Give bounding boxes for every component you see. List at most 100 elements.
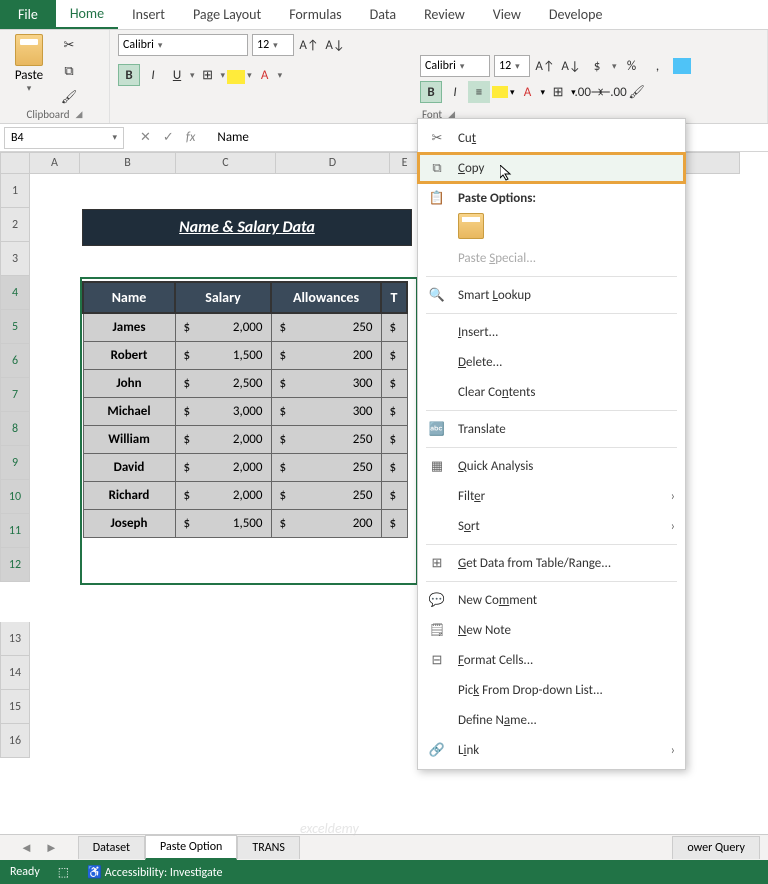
salary-cell[interactable]: $3,000 bbox=[175, 398, 271, 426]
row-header[interactable]: 3 bbox=[0, 242, 30, 276]
column-header[interactable]: C bbox=[176, 152, 276, 174]
allowance-cell[interactable]: $250 bbox=[271, 313, 381, 342]
ctx-translate[interactable]: 🔤Translate bbox=[418, 414, 685, 444]
ctx-sort[interactable]: Sort› bbox=[418, 511, 685, 541]
mini-border[interactable]: ⊞ bbox=[547, 81, 569, 103]
table-header-cell[interactable]: Allowances bbox=[271, 282, 381, 313]
format-painter-icon[interactable]: 🖌 bbox=[58, 86, 80, 108]
row-header[interactable]: 13 bbox=[0, 622, 30, 656]
dialog-launcher-icon[interactable]: ◢ bbox=[76, 109, 83, 120]
row-header[interactable]: 8 bbox=[0, 412, 30, 446]
row-header[interactable]: 16 bbox=[0, 724, 30, 758]
copy-icon[interactable]: ⧉ bbox=[58, 60, 80, 82]
salary-cell[interactable]: $1,500 bbox=[175, 342, 271, 370]
salary-cell[interactable]: $2,500 bbox=[175, 370, 271, 398]
ctx-copy[interactable]: ⧉Copy bbox=[418, 153, 685, 183]
tab-home[interactable]: Home bbox=[56, 0, 118, 29]
tab-formulas[interactable]: Formulas bbox=[275, 0, 355, 29]
mini-align[interactable]: ≡ bbox=[468, 81, 490, 103]
mini-font-name[interactable]: Calibri bbox=[420, 55, 490, 77]
cancel-icon[interactable]: ✕ bbox=[140, 130, 151, 145]
column-header[interactable]: A bbox=[30, 152, 80, 174]
ctx-quick-analysis[interactable]: ▦Quick Analysis bbox=[418, 451, 685, 481]
ctx-paste-special[interactable]: Paste Special... bbox=[418, 243, 685, 273]
name-box[interactable]: B4 bbox=[4, 127, 124, 149]
increase-font-icon[interactable]: A↑ bbox=[298, 34, 320, 56]
format-painter-icon[interactable]: 🖌 bbox=[626, 81, 648, 103]
paste-button[interactable]: Paste ▾ bbox=[8, 34, 50, 94]
row-header[interactable]: 1 bbox=[0, 174, 30, 208]
border-button[interactable]: ⊞ bbox=[197, 64, 219, 86]
mini-bold[interactable]: B bbox=[420, 81, 442, 103]
salary-cell[interactable]: $2,000 bbox=[175, 454, 271, 482]
font-size-combo[interactable]: 12 bbox=[252, 34, 294, 56]
next-sheet-icon[interactable]: ► bbox=[45, 840, 58, 856]
cut-icon[interactable]: ✂ bbox=[58, 34, 80, 56]
name-cell[interactable]: Robert bbox=[83, 342, 175, 370]
column-header[interactable]: B bbox=[80, 152, 176, 174]
prev-sheet-icon[interactable]: ◄ bbox=[20, 840, 33, 856]
salary-cell[interactable]: $1,500 bbox=[175, 510, 271, 538]
tab-insert[interactable]: Insert bbox=[118, 0, 179, 29]
enter-icon[interactable]: ✓ bbox=[163, 130, 174, 145]
increase-decimal-icon[interactable]: .00→ bbox=[578, 81, 600, 103]
total-cell[interactable]: $ bbox=[381, 313, 407, 342]
ctx-delete[interactable]: Delete... bbox=[418, 347, 685, 377]
allowance-cell[interactable]: $250 bbox=[271, 454, 381, 482]
row-header[interactable]: 9 bbox=[0, 446, 30, 480]
row-header[interactable]: 7 bbox=[0, 378, 30, 412]
row-header[interactable]: 11 bbox=[0, 514, 30, 548]
allowance-cell[interactable]: $250 bbox=[271, 426, 381, 454]
italic-button[interactable]: I bbox=[142, 64, 164, 86]
macro-record-icon[interactable]: ⬚ bbox=[58, 865, 69, 880]
name-cell[interactable]: Richard bbox=[83, 482, 175, 510]
tab-view[interactable]: View bbox=[479, 0, 535, 29]
currency-icon[interactable]: $ bbox=[586, 55, 608, 77]
font-color-button[interactable]: A bbox=[254, 64, 276, 86]
decrease-font-icon[interactable]: A↓ bbox=[560, 55, 582, 77]
sheet-tab-dataset[interactable]: Dataset bbox=[78, 836, 145, 859]
ctx-insert[interactable]: Insert... bbox=[418, 317, 685, 347]
row-header[interactable]: 2 bbox=[0, 208, 30, 242]
tab-data[interactable]: Data bbox=[356, 0, 410, 29]
salary-cell[interactable]: $2,000 bbox=[175, 426, 271, 454]
bold-button[interactable]: B bbox=[118, 64, 140, 86]
allowance-cell[interactable]: $300 bbox=[271, 398, 381, 426]
mini-font-color[interactable]: A bbox=[517, 81, 539, 103]
file-tab[interactable]: File bbox=[0, 0, 56, 29]
row-header[interactable] bbox=[0, 582, 30, 622]
total-cell[interactable]: $ bbox=[381, 426, 407, 454]
ctx-format-cells[interactable]: ⊟Format Cells... bbox=[418, 645, 685, 675]
row-header[interactable]: 6 bbox=[0, 344, 30, 378]
table-header-cell[interactable]: Salary bbox=[175, 282, 271, 313]
total-cell[interactable]: $ bbox=[381, 398, 407, 426]
row-header[interactable]: 10 bbox=[0, 480, 30, 514]
ctx-new-comment[interactable]: 💬New Comment bbox=[418, 585, 685, 615]
sheet-tab-trans[interactable]: TRANS bbox=[237, 836, 300, 859]
name-cell[interactable]: Michael bbox=[83, 398, 175, 426]
row-header[interactable]: 4 bbox=[0, 276, 30, 310]
table-header-cell[interactable]: T bbox=[381, 282, 407, 313]
table-header-cell[interactable]: Name bbox=[83, 282, 175, 313]
column-header[interactable]: E bbox=[390, 152, 420, 174]
name-cell[interactable]: John bbox=[83, 370, 175, 398]
allowance-cell[interactable]: $300 bbox=[271, 370, 381, 398]
ctx-link[interactable]: 🔗Link› bbox=[418, 735, 685, 765]
ctx-define-name[interactable]: Define Name... bbox=[418, 705, 685, 735]
tab-developer[interactable]: Develope bbox=[535, 0, 617, 29]
paste-option-default[interactable] bbox=[458, 213, 484, 239]
mini-italic[interactable]: I bbox=[444, 81, 466, 103]
tab-page-layout[interactable]: Page Layout bbox=[179, 0, 275, 29]
title-cell[interactable]: Name & Salary Data bbox=[82, 209, 412, 246]
select-all-corner[interactable] bbox=[0, 152, 30, 174]
ctx-get-data[interactable]: ⊞Get Data from Table/Range... bbox=[418, 548, 685, 578]
row-header[interactable]: 5 bbox=[0, 310, 30, 344]
ctx-filter[interactable]: Filter› bbox=[418, 481, 685, 511]
conditional-format-icon[interactable] bbox=[673, 58, 691, 74]
total-cell[interactable]: $ bbox=[381, 482, 407, 510]
underline-button[interactable]: U bbox=[166, 64, 188, 86]
name-cell[interactable]: David bbox=[83, 454, 175, 482]
fx-icon[interactable]: fx bbox=[186, 130, 196, 145]
percent-icon[interactable]: % bbox=[621, 55, 643, 77]
ctx-new-note[interactable]: 🗒New Note bbox=[418, 615, 685, 645]
